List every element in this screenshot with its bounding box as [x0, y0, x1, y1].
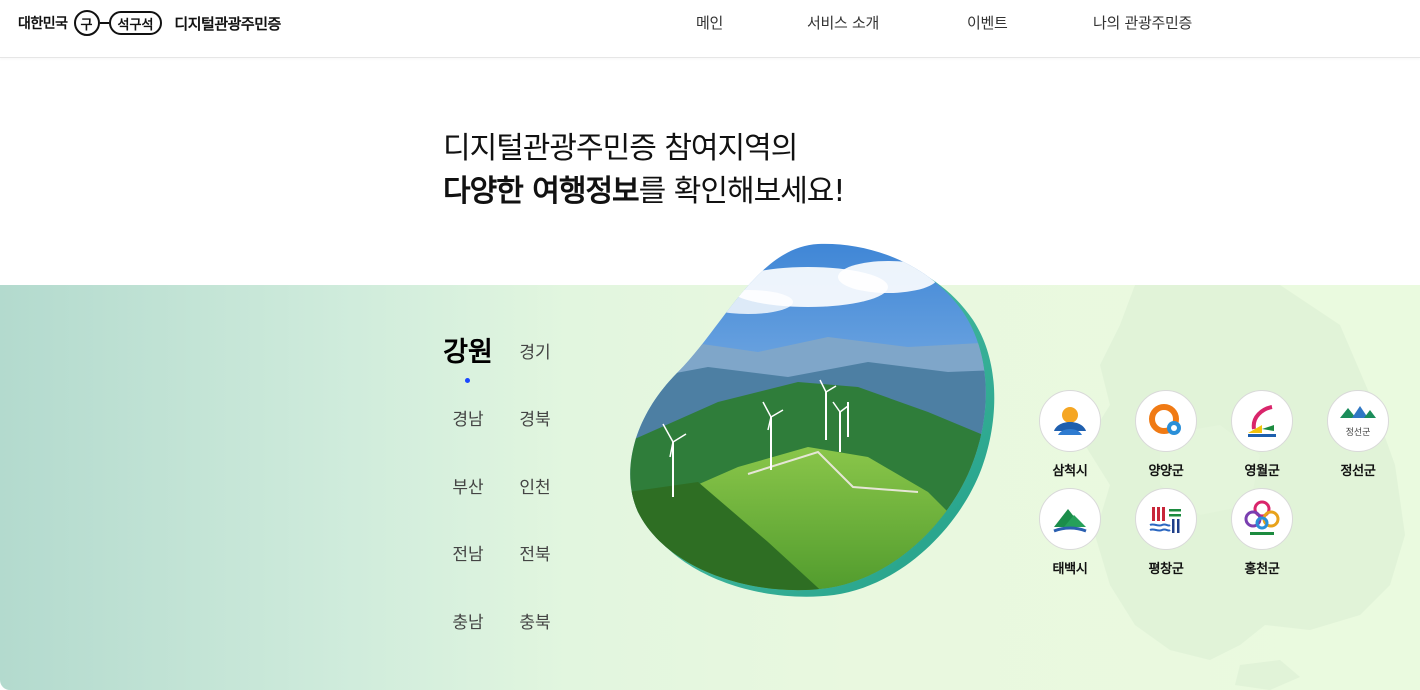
headline-rest: 를 확인해보세요! [638, 174, 846, 209]
region-tab-gyeongbuk[interactable]: 경북 [505, 405, 565, 430]
city-name-taebaek: 태백시 [1052, 562, 1088, 577]
city-pyeongchang[interactable]: 평창군 [1126, 488, 1206, 577]
nav-service-intro[interactable]: 서비스 소개 [807, 12, 879, 32]
logo-korea-text: 대한민국 [18, 16, 68, 32]
region-tab-chungnam[interactable]: 충남 [438, 608, 498, 633]
city-name-pyeongchang: 평창군 [1148, 562, 1184, 577]
yangyang-emblem-icon [1135, 390, 1197, 452]
landscape-photo-blob [630, 243, 995, 597]
active-region-indicator [465, 378, 470, 383]
city-name-jeongseon: 정선군 [1340, 464, 1376, 479]
city-samcheok[interactable]: 삼척시 [1030, 390, 1110, 479]
headline-line1: 디지털관광주민증 참여지역의 [443, 131, 798, 166]
region-tab-gangwon[interactable]: 강원 [438, 330, 498, 369]
yeongwol-emblem-icon [1231, 390, 1293, 452]
region-tab-jeonnam[interactable]: 전남 [438, 540, 498, 565]
site-header: 대한민국 구 석구석 디지털관광주민증 메인 서비스 소개 이벤트 나의 관광주… [0, 0, 1420, 58]
city-yangyang[interactable]: 양양군 [1126, 390, 1206, 479]
jeongseon-emblem-text: 정선군 [1345, 428, 1371, 438]
region-tab-gyeongnam[interactable]: 경남 [438, 405, 498, 430]
region-tab-chungbuk[interactable]: 충북 [505, 608, 565, 633]
city-yeongwol[interactable]: 영월군 [1222, 390, 1302, 479]
nav-main[interactable]: 메인 [696, 12, 723, 32]
city-name-samcheok: 삼척시 [1052, 464, 1088, 479]
city-name-hongcheon: 홍천군 [1244, 562, 1280, 577]
city-hongcheon[interactable]: 홍천군 [1222, 488, 1302, 577]
logo-seok-mark: 석구석 [108, 11, 163, 35]
nav-event[interactable]: 이벤트 [967, 12, 1008, 32]
nav-my-card[interactable]: 나의 관광주민증 [1093, 12, 1192, 32]
taebaek-emblem-icon [1039, 488, 1101, 550]
city-name-yangyang: 양양군 [1148, 464, 1184, 479]
logo-connector [99, 22, 109, 24]
city-name-yeongwol: 영월군 [1244, 464, 1280, 479]
city-taebaek[interactable]: 태백시 [1030, 488, 1110, 577]
city-jeongseon[interactable]: 정선군 정선군 [1318, 390, 1398, 479]
headline-bold: 다양한 여행정보 [443, 174, 640, 209]
samcheok-emblem-icon [1039, 390, 1101, 452]
region-tab-gyeonggi[interactable]: 경기 [505, 338, 565, 363]
region-tab-jeonbuk[interactable]: 전북 [505, 540, 565, 565]
site-logo[interactable]: 대한민국 구 석구석 디지털관광주민증 [18, 9, 281, 37]
pyeongchang-emblem-icon [1135, 488, 1197, 550]
region-tab-busan[interactable]: 부산 [438, 473, 498, 498]
hongcheon-emblem-icon [1231, 488, 1293, 550]
headline-line2: 다양한 여행정보를 확인해보세요! [443, 166, 846, 210]
jeongseon-emblem-icon: 정선군 [1327, 390, 1389, 452]
region-tab-incheon[interactable]: 인천 [505, 473, 565, 498]
logo-gu-mark: 구 [73, 10, 100, 36]
logo-title: 디지털관광주민증 [174, 14, 281, 33]
